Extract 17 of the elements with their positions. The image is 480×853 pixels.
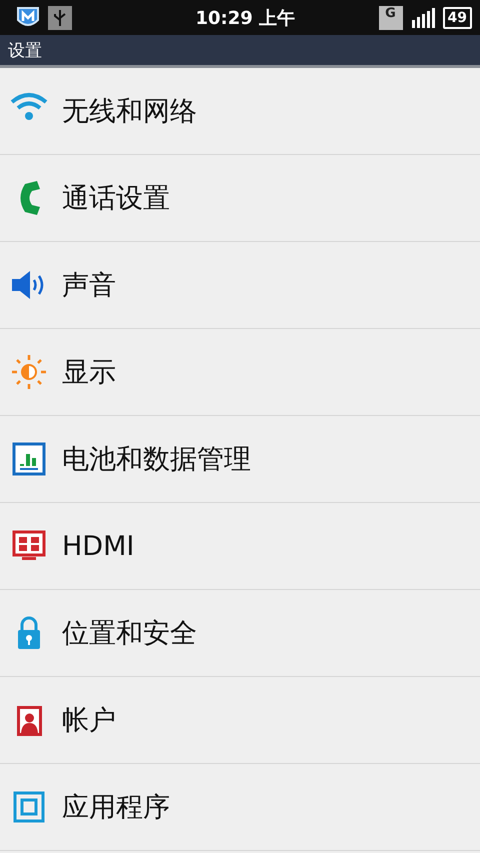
settings-item[interactable]: 应用程序 [0, 764, 480, 851]
chart-icon [10, 440, 48, 478]
settings-item[interactable]: 位置和安全 [0, 590, 480, 677]
signal-icon [410, 6, 434, 30]
sun-icon [10, 353, 48, 391]
settings-item[interactable]: 无线和网络 [0, 68, 480, 155]
settings-item[interactable]: 声音 [0, 242, 480, 329]
settings-item[interactable]: 电池和数据管理 [0, 416, 480, 503]
settings-item[interactable]: 通话设置 [0, 155, 480, 242]
settings-item[interactable]: 显示 [0, 329, 480, 416]
network-type-badge: G [378, 6, 402, 30]
screen-title: 设置 [8, 40, 42, 62]
battery-level: 49 [442, 6, 472, 28]
settings-item[interactable]: 帐户 [0, 677, 480, 764]
clock: 10:29 上午 [194, 6, 296, 30]
settings-item[interactable]: HDMI [0, 503, 480, 590]
usb-icon [48, 6, 72, 30]
